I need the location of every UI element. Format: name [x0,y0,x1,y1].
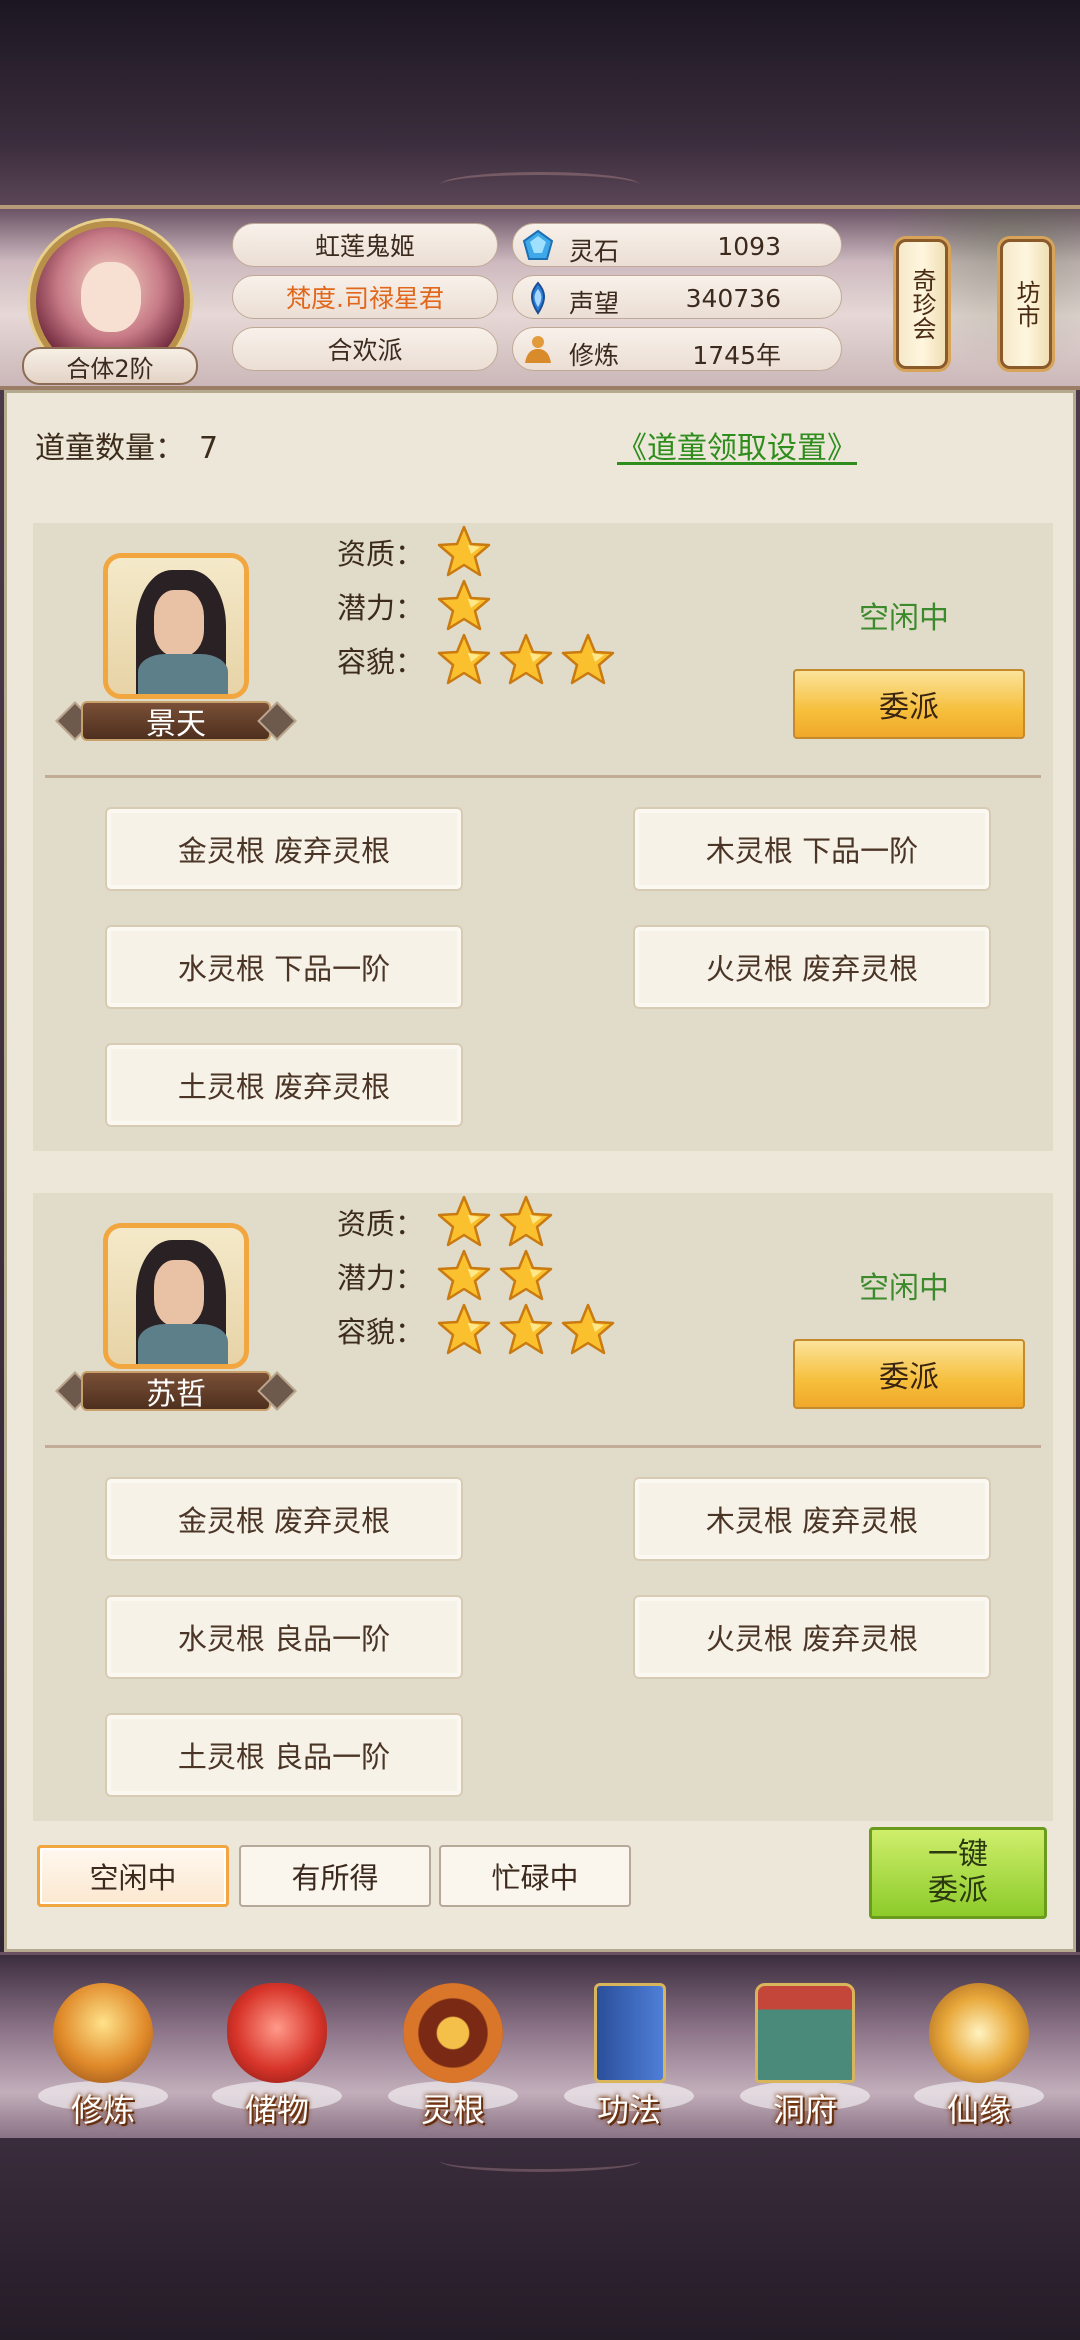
star-icon [437,1303,491,1355]
spirit-root-earth: 土灵根 废弃灵根 [105,1043,463,1127]
spirit-root-metal: 金灵根 废弃灵根 [105,1477,463,1561]
nav-spirit-root[interactable]: 灵根 [378,1963,528,2133]
player-title[interactable]: 梵度.司禄星君 [232,275,498,319]
aptitude-stars [436,1194,560,1250]
star-icon [499,1303,553,1355]
spirit-root-fire: 火灵根 废弃灵根 [633,925,991,1009]
resource-spirit-stone[interactable]: 灵石 1093 [512,223,842,267]
assign-button[interactable]: 委派 [793,1339,1025,1409]
star-icon [499,633,553,685]
nav-storage[interactable]: 储物 [202,1963,352,2133]
looks-stars [436,632,622,688]
apprentice-portrait[interactable] [103,1223,249,1369]
aptitude-row: 资质： [337,1195,560,1249]
nav-immortal-fate[interactable]: 仙缘 [904,1963,1054,2133]
nav-technique[interactable]: 功法 [554,1963,704,2133]
cultivation-icon [525,336,551,363]
filter-busy[interactable]: 忙碌中 [439,1845,631,1907]
one-key-assign-button[interactable]: 一键 委派 [869,1827,1047,1919]
immortal-fate-icon [929,1983,1029,2083]
apprentice-count: 道童数量： 7 [35,431,219,466]
potential-stars [436,1248,560,1304]
star-icon [437,525,491,577]
spirit-root-wood: 木灵根 废弃灵根 [633,1477,991,1561]
star-icon [499,1195,553,1247]
star-icon [499,1249,553,1301]
looks-stars [436,1302,622,1358]
market-sign[interactable]: 坊市 [1000,239,1052,369]
player-header: 合体2阶 虹莲鬼姬 梵度.司禄星君 合欢派 灵石 1093 声望 340736 … [0,205,1080,394]
top-ornament [440,172,640,198]
apprentice-settings-link[interactable]: 《道童领取设置》 [617,423,857,467]
aptitude-row: 资质： [337,525,498,579]
spirit-root-fire: 火灵根 废弃灵根 [633,1595,991,1679]
nav-cultivate[interactable]: 修炼 [28,1963,178,2133]
spirit-root-metal: 金灵根 废弃灵根 [105,807,463,891]
star-icon [437,633,491,685]
player-name: 虹莲鬼姬 [232,223,498,267]
spirit-root-water: 水灵根 良品一阶 [105,1595,463,1679]
looks-row: 容貌： [337,1303,622,1357]
potential-row: 潜力： [337,1249,560,1303]
assign-button[interactable]: 委派 [793,669,1025,739]
filter-rewarded[interactable]: 有所得 [239,1845,431,1907]
spirit-stone-icon [522,229,554,260]
card-divider [45,1445,1041,1448]
star-icon [561,633,615,685]
technique-book-icon [594,1983,666,2083]
apprentice-portrait[interactable] [103,553,249,699]
filter-idle[interactable]: 空闲中 [37,1845,229,1907]
resource-reputation[interactable]: 声望 340736 [512,275,842,319]
potential-row: 潜力： [337,579,498,633]
apprentice-status: 空闲中 [859,601,949,636]
aptitude-stars [436,524,498,580]
spirit-root-wood: 木灵根 下品一阶 [633,807,991,891]
storage-bag-icon [227,1983,327,2083]
apprentice-panel: 道童数量： 7 《道童领取设置》 景天 资质： 潜力： 容貌： 空闲中 委派 金灵… [4,390,1076,1952]
apprentice-card: 景天 资质： 潜力： 容貌： 空闲中 委派 金灵根 废弃灵根 木灵根 下品一阶 … [33,523,1053,1151]
star-icon [561,1303,615,1355]
apprentice-card: 苏哲 资质： 潜力： 容貌： 空闲中 委派 金灵根 废弃灵根 木灵根 废弃灵根 … [33,1193,1053,1821]
apprentice-name-plate: 景天 [53,701,299,742]
star-icon [437,1195,491,1247]
apprentice-name-plate: 苏哲 [53,1371,299,1412]
star-icon [437,579,491,631]
treasure-fair-sign[interactable]: 奇珍会 [896,239,948,369]
spirit-root-icon [403,1983,503,2083]
spirit-root-earth: 土灵根 良品一阶 [105,1713,463,1797]
bottom-nav: 修炼 储物 灵根 功法 洞府 仙缘 [0,1952,1080,2138]
cultivate-icon [53,1983,153,2083]
player-sect: 合欢派 [232,327,498,371]
reputation-icon [531,281,545,315]
star-icon [437,1249,491,1301]
player-rank: 合体2阶 [22,347,198,385]
spirit-root-water: 水灵根 下品一阶 [105,925,463,1009]
card-divider [45,775,1041,778]
apprentice-status: 空闲中 [859,1271,949,1306]
cave-mansion-icon [755,1983,855,2083]
nav-cave-mansion[interactable]: 洞府 [730,1963,880,2133]
looks-row: 容貌： [337,633,622,687]
potential-stars [436,578,498,634]
bottom-ornament [440,2150,640,2172]
resource-cultivation[interactable]: 修炼 1745年 [512,327,842,371]
